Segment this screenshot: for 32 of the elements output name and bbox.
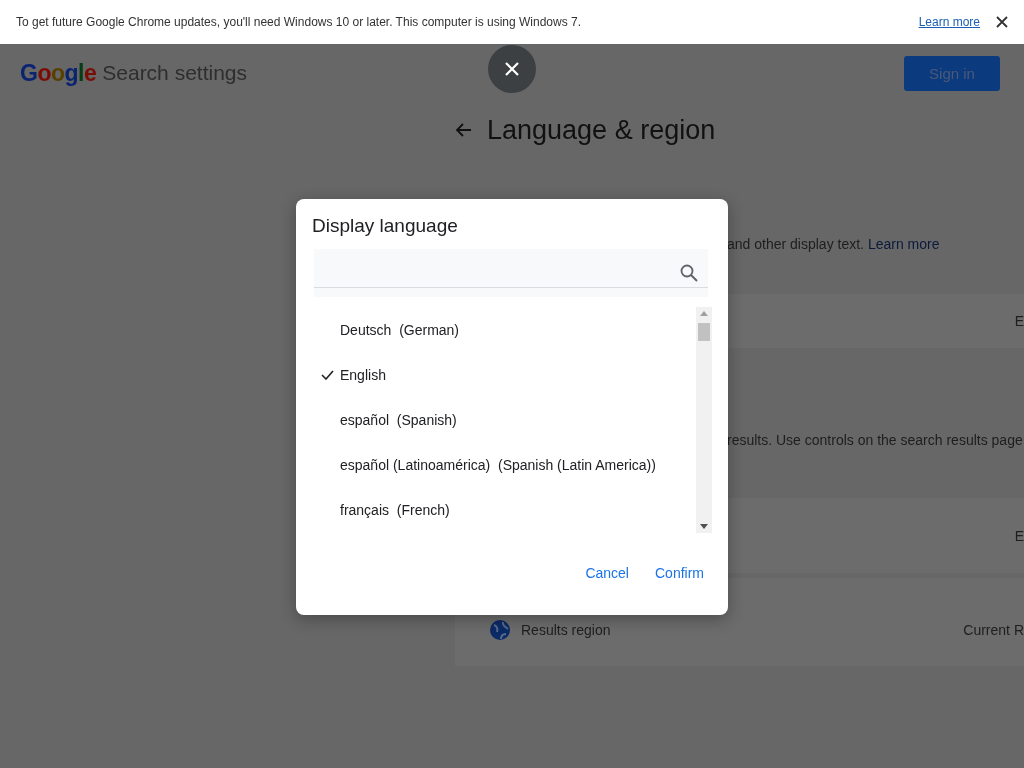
language-label: English	[340, 366, 386, 383]
close-icon	[504, 61, 520, 77]
scrollbar[interactable]	[696, 307, 712, 533]
page-title: Search settings	[102, 61, 247, 85]
section-heading: Language & region	[487, 114, 716, 146]
language-label: français (French)	[340, 502, 450, 519]
close-icon[interactable]	[996, 16, 1008, 28]
setting-value: E	[1014, 527, 1024, 544]
scroll-up-icon[interactable]	[700, 311, 708, 316]
close-button[interactable]	[488, 45, 536, 93]
language-option[interactable]: English	[304, 352, 696, 398]
scroll-thumb[interactable]	[698, 323, 710, 341]
learn-more-link[interactable]: Learn more	[918, 15, 980, 29]
results-note: results. Use controls on the search results page	[726, 432, 1024, 450]
globe-icon	[489, 619, 511, 641]
google-logo: Google	[20, 59, 97, 87]
search-icon	[680, 264, 698, 282]
setting-value: E	[1014, 313, 1024, 329]
check-icon	[321, 369, 334, 380]
scroll-down-icon[interactable]	[700, 524, 708, 529]
dialog-title: Display language	[312, 215, 459, 237]
language-option[interactable]: español (Spanish)	[304, 397, 696, 443]
language-option[interactable]: español (Latinoamérica) (Spanish (Latin America))	[304, 442, 696, 488]
update-message: To get future Google Chrome updates, you'll need Windows 10 or later. This computer is using Windows 7.	[16, 15, 583, 29]
setting-label: Results region	[521, 622, 612, 638]
learn-more-link[interactable]: Learn more	[867, 236, 940, 252]
setting-value: Current R	[963, 622, 1024, 638]
language-label: español (Latinoamérica) (Spanish (Latin America))	[340, 457, 656, 474]
display-note: and other display text.	[727, 236, 864, 252]
search-field[interactable]	[314, 249, 708, 297]
language-label: español (Spanish)	[340, 412, 457, 428]
back-arrow-icon[interactable]	[455, 121, 473, 139]
